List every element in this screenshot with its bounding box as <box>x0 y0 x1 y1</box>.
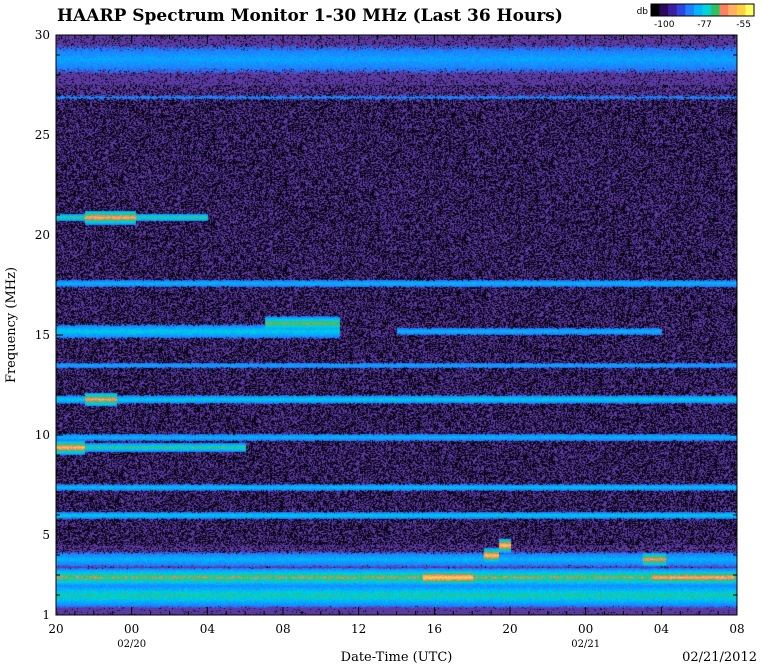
x-tick-label: 16 <box>427 622 442 636</box>
colorbar-label: -55 <box>736 20 751 30</box>
x-tick-label: 08 <box>275 622 290 636</box>
colorbar-swatch <box>719 4 729 16</box>
x-date-label: 02/20 <box>117 639 146 650</box>
colorbar-swatch <box>659 4 669 16</box>
colorbar-swatch <box>685 4 695 16</box>
colorbar-swatch <box>702 4 712 16</box>
x-tick-label: 00 <box>578 622 593 636</box>
colorbar-swatch <box>651 4 660 16</box>
colorbar-unit: db <box>637 7 649 17</box>
colorbar-swatch <box>693 4 703 16</box>
y-axis-title: Frequency (MHz) <box>4 267 19 383</box>
x-tick-label: 20 <box>502 622 517 636</box>
colorbar-label: -77 <box>697 20 712 30</box>
y-tick-label: 5 <box>42 528 50 542</box>
x-tick-label: 20 <box>48 622 63 636</box>
x-axis-title: Date-Time (UTC) <box>341 650 453 665</box>
spectrum-chart: 151015202530 20 00 04 08 12 16 20 00 04 0802/20 02… <box>4 3 757 665</box>
colorbar-swatch <box>728 4 738 16</box>
x-tick-label: 04 <box>200 622 216 636</box>
colorbar-swatch <box>668 4 678 16</box>
x-tick-label: 00 <box>124 622 139 636</box>
colorbar-legend: db -100 -77 -55 <box>637 3 755 30</box>
x-date-label: 02/21 <box>571 639 600 650</box>
date-stamp: 02/21/2012 <box>682 650 757 665</box>
colorbar-swatch <box>745 4 755 16</box>
x-tick-label: 12 <box>351 622 366 636</box>
y-tick-label: 25 <box>35 128 50 142</box>
x-tick-label: 04 <box>654 622 670 636</box>
colorbar-swatch <box>711 4 720 16</box>
colorbar-label: -100 <box>654 20 675 30</box>
heatmap-area <box>56 35 737 615</box>
heatmap-image <box>56 35 737 615</box>
y-tick-label: 10 <box>35 428 50 442</box>
y-tick-label: 1 <box>42 608 50 622</box>
y-tick-label: 20 <box>35 228 50 242</box>
y-tick-label: 15 <box>35 328 50 342</box>
colorbar-swatch <box>736 4 746 16</box>
colorbar-swatch <box>676 4 686 16</box>
x-tick-label: 08 <box>729 622 744 636</box>
y-tick-label: 30 <box>35 28 50 42</box>
